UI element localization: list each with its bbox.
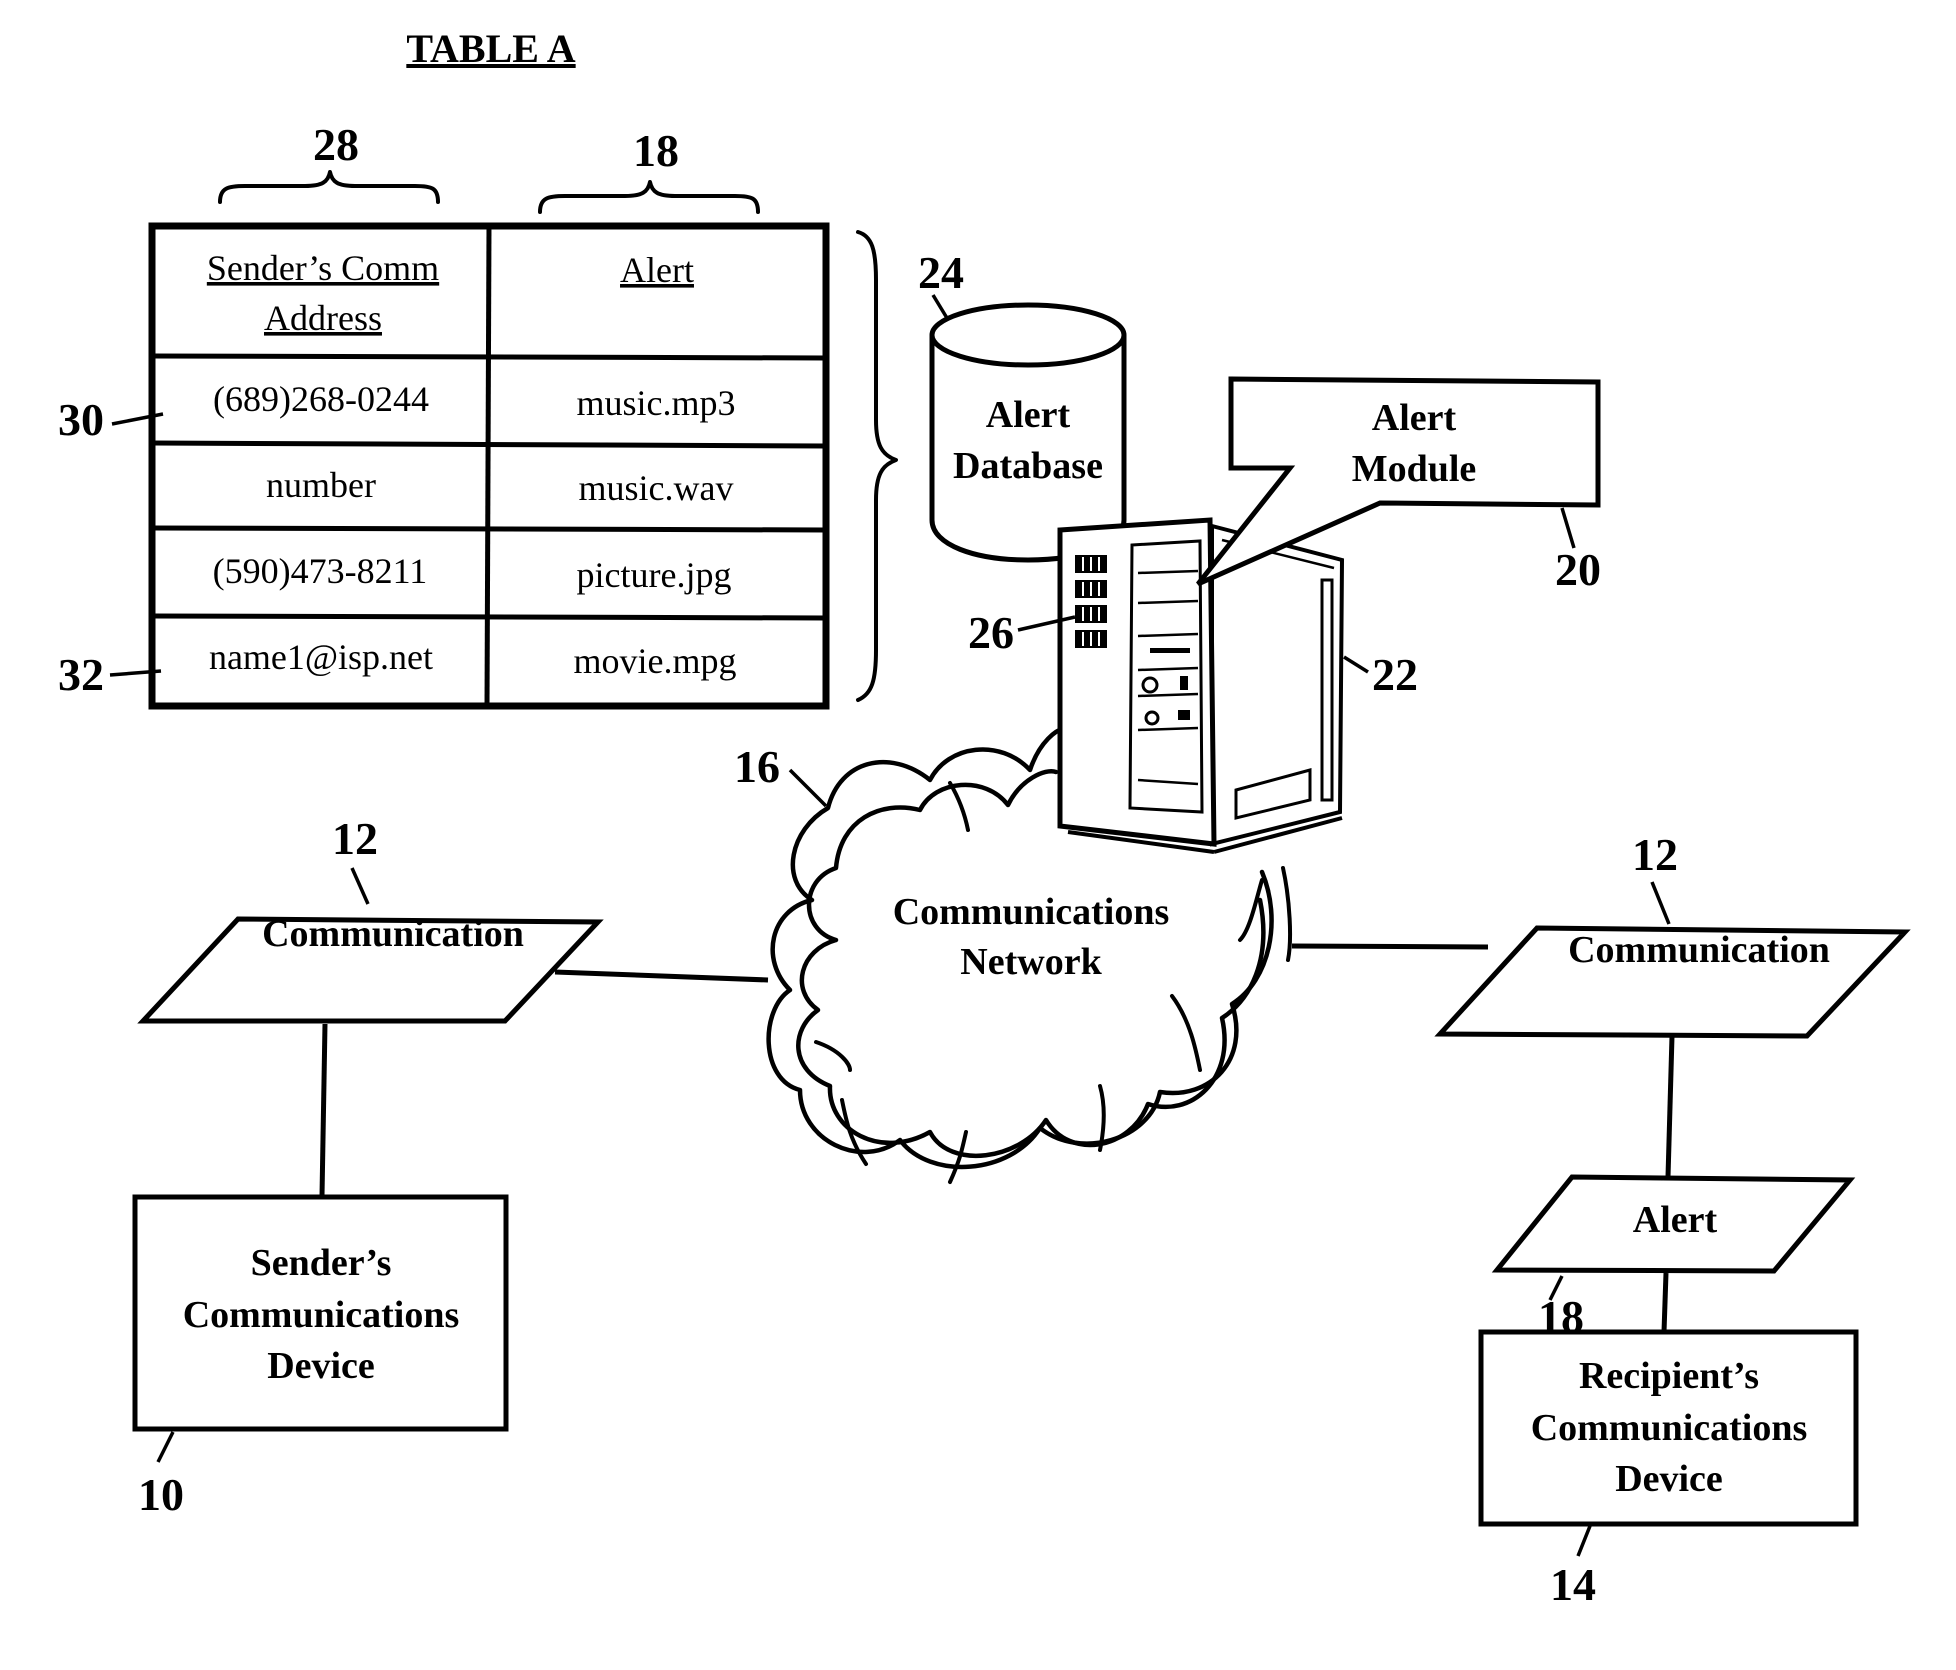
database-label-line2: Database xyxy=(953,445,1103,487)
leader-16 xyxy=(788,768,828,808)
alert-module-label-line1: Alert xyxy=(1372,397,1457,439)
sender-to-network-link xyxy=(554,969,769,983)
ref-14: 14 xyxy=(1550,1559,1596,1610)
indicator-icon xyxy=(1180,676,1188,690)
brace-28 xyxy=(218,170,440,204)
patent-figure: TABLE A 28 18 Sender’s Comm Address Aler… xyxy=(58,26,1911,1610)
table-column-divider xyxy=(484,225,492,707)
leader-10 xyxy=(156,1431,175,1463)
recipient-device-label-line3: Device xyxy=(1615,1458,1723,1500)
table-row-line xyxy=(151,613,827,621)
table-header-address-line2: Address xyxy=(264,298,382,338)
leader-12-sender xyxy=(350,867,370,905)
communication-to-alert-link xyxy=(1665,1035,1675,1178)
recipient-side: 12 Communication Alert 18 Recipient’s Co… xyxy=(1291,829,1911,1610)
indicator-icon xyxy=(1178,710,1190,720)
table-a-group: TABLE A 28 18 Sender’s Comm Address Aler… xyxy=(58,26,898,710)
table-cell-address: (689)268-0244 xyxy=(213,379,429,419)
sender-side: 12 Communication Sender’s Communications… xyxy=(132,813,769,1520)
sender-device-label-line1: Sender’s xyxy=(251,1242,392,1284)
communication-to-sender-device-link xyxy=(319,1023,328,1197)
floppy-slot-icon xyxy=(1150,648,1190,653)
ref-24: 24 xyxy=(918,247,964,298)
ref-12-sender: 12 xyxy=(332,813,378,864)
leader-14 xyxy=(1576,1525,1592,1557)
ref-10: 10 xyxy=(138,1469,184,1520)
table-title: TABLE A xyxy=(406,26,575,71)
table-cell-alert: picture.jpg xyxy=(577,555,732,595)
alert-database: 24 Alert Database xyxy=(918,247,1127,563)
sender-communication-label: Communication xyxy=(262,913,524,955)
recipient-device-label-line1: Recipient’s xyxy=(1579,1355,1759,1397)
ref-32: 32 xyxy=(58,649,104,700)
cloud-scallop xyxy=(1238,878,1264,942)
leader-12-recipient xyxy=(1650,881,1671,925)
recipient-alert-label: Alert xyxy=(1633,1199,1718,1241)
leader-20 xyxy=(1560,507,1576,549)
ref-18-table: 18 xyxy=(633,125,679,176)
ref-16: 16 xyxy=(734,741,780,792)
database-label-line1: Alert xyxy=(986,394,1071,436)
sender-device-label-line3: Device xyxy=(267,1345,375,1387)
leader-22 xyxy=(1343,655,1369,674)
table-header-address-line1: Sender’s Comm xyxy=(207,248,439,288)
network-to-recipient-link xyxy=(1291,943,1489,950)
ref-12-recipient: 12 xyxy=(1632,829,1678,880)
recipient-device-label-line2: Communications xyxy=(1531,1407,1808,1449)
table-cell-alert: movie.mpg xyxy=(574,641,737,681)
alert-module-label-line2: Module xyxy=(1352,448,1477,490)
cloud-scallop xyxy=(948,781,970,832)
network-label-line1: Communications xyxy=(893,891,1170,933)
table-row-line xyxy=(151,353,827,361)
table-right-brace xyxy=(856,230,898,702)
server-computer: 26 22 xyxy=(968,517,1418,854)
database-cylinder-top xyxy=(929,302,1127,368)
table-cell-alert: music.mp3 xyxy=(577,383,736,423)
table-cell-alert: music.wav xyxy=(579,468,734,508)
table-cell-address: name1@isp.net xyxy=(209,637,433,677)
table-cell-address: number xyxy=(266,465,376,505)
alert-to-recipient-device-link xyxy=(1661,1272,1669,1333)
cloud-scallop xyxy=(1281,866,1293,962)
cloud-scallop xyxy=(1170,994,1202,1072)
ref-28: 28 xyxy=(313,119,359,170)
ref-30: 30 xyxy=(58,394,104,445)
table-header-alert: Alert xyxy=(620,250,694,290)
cloud-scallop xyxy=(1098,1084,1106,1152)
ref-22: 22 xyxy=(1372,649,1418,700)
cloud-scallop xyxy=(814,1040,852,1072)
ref-20: 20 xyxy=(1555,544,1601,595)
sender-device-label-line2: Communications xyxy=(183,1294,460,1336)
network-label-line2: Network xyxy=(960,941,1102,983)
ref-26: 26 xyxy=(968,607,1014,658)
brace-18 xyxy=(538,180,760,214)
table-cell-address: (590)473-8211 xyxy=(213,551,428,591)
table-row-line xyxy=(151,440,827,449)
recipient-communication-label: Communication xyxy=(1568,929,1830,971)
table-row-line xyxy=(151,525,827,533)
